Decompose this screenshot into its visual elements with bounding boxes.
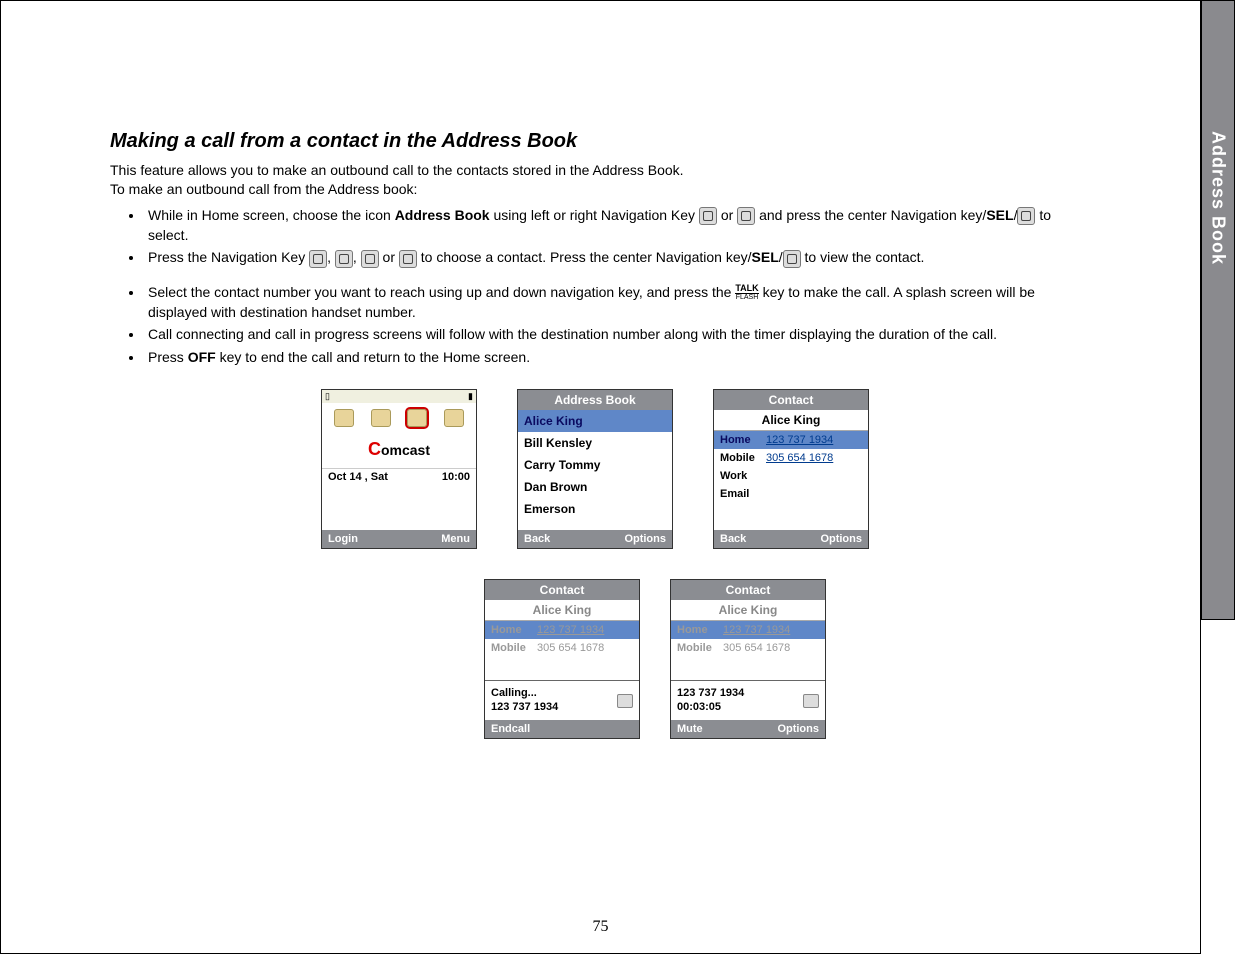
calling-number: 123 737 1934 — [491, 701, 558, 714]
bullet-5: Press OFF key to end the call and return… — [144, 347, 1080, 367]
date-text: Oct 14 , Sat — [328, 471, 388, 483]
nav-left-icon — [361, 250, 379, 268]
contact-row: Carry Tommy — [518, 454, 672, 476]
contact-name: Alice King — [714, 410, 868, 431]
contact-row: Bill Kensley — [518, 432, 672, 454]
instruction-list: While in Home screen, choose the icon Ad… — [144, 205, 1080, 367]
bullet-3: Select the contact number you want to re… — [144, 282, 1080, 323]
incall-number: 123 737 1934 — [677, 687, 744, 700]
contact-field-home: Home 123 737 1934 — [714, 431, 868, 449]
screen-address-book: Address Book Alice King Bill Kensley Car… — [517, 389, 673, 549]
handset-icon — [617, 694, 633, 708]
calling-status: Calling... — [491, 687, 558, 700]
nav-left-icon — [699, 207, 717, 225]
softkey-right: Menu — [441, 533, 470, 545]
bullet-2: Press the Navigation Key , , or to choos… — [144, 247, 1080, 267]
softkey-bar: Mute Options — [671, 720, 825, 738]
page-number: 75 — [0, 918, 1201, 936]
nav-center-icon — [1017, 207, 1035, 225]
time-text: 10:00 — [442, 471, 470, 483]
contact-row: Emerson — [518, 498, 672, 520]
talk-flash-key-icon: TALKFLASH — [735, 284, 758, 302]
contact-row: Dan Brown — [518, 476, 672, 498]
nav-right-icon — [399, 250, 417, 268]
softkey-bar: Back Options — [714, 530, 868, 548]
handset-icon — [803, 694, 819, 708]
status-bar: ▯▮ — [322, 390, 476, 403]
home-icons — [322, 403, 476, 431]
home-app-icon — [371, 409, 391, 427]
incall-overlay: 123 737 1934 00:03:05 — [671, 680, 825, 719]
softkey-bar: Back Options — [518, 530, 672, 548]
contact-field-work: Work — [714, 467, 868, 485]
side-tab: Address Book — [1201, 0, 1235, 620]
contact-field-mobile: Mobile 305 654 1678 — [671, 639, 825, 657]
nav-down-icon — [335, 250, 353, 268]
intro-line-1: This feature allows you to make an outbo… — [110, 161, 1080, 180]
contact-field-mobile: Mobile 305 654 1678 — [714, 449, 868, 467]
contact-field-email: Email — [714, 485, 868, 503]
softkey-right: Options — [820, 533, 862, 545]
incall-timer: 00:03:05 — [677, 701, 744, 714]
contact-field-mobile: Mobile 305 654 1678 — [485, 639, 639, 657]
home-app-icon — [334, 409, 354, 427]
softkey-right: Options — [624, 533, 666, 545]
contact-field-home: Home 123 737 1934 — [485, 621, 639, 639]
softkey-left: Mute — [677, 723, 703, 735]
softkey-left: Back — [720, 533, 746, 545]
screen-title: Contact — [485, 580, 639, 600]
screen-calling: Contact Alice King Home 123 737 1934 Mob… — [484, 579, 640, 739]
content-area: Making a call from a contact in the Addr… — [110, 130, 1080, 739]
screens-row-1: ▯▮ Comcast Oct 14 , Sat 10:00 Login Menu… — [110, 389, 1080, 549]
contact-name: Alice King — [671, 600, 825, 621]
page-title: Making a call from a contact in the Addr… — [110, 130, 1080, 153]
home-app-icon — [444, 409, 464, 427]
nav-right-icon — [737, 207, 755, 225]
screen-title: Address Book — [518, 390, 672, 410]
screen-contact-detail: Contact Alice King Home 123 737 1934 Mob… — [713, 389, 869, 549]
contact-row: Alice King — [518, 410, 672, 432]
contact-field-home: Home 123 737 1934 — [671, 621, 825, 639]
brand-logo: Comcast — [322, 431, 476, 468]
bullet-4: Call connecting and call in progress scr… — [144, 324, 1080, 344]
softkey-left: Back — [524, 533, 550, 545]
bullet-1: While in Home screen, choose the icon Ad… — [144, 205, 1080, 246]
softkey-bar: Login Menu — [322, 530, 476, 548]
screen-title: Contact — [671, 580, 825, 600]
nav-center-icon — [783, 250, 801, 268]
calling-overlay: Calling... 123 737 1934 — [485, 680, 639, 719]
intro-line-2: To make an outbound call from the Addres… — [110, 180, 1080, 199]
screen-home: ▯▮ Comcast Oct 14 , Sat 10:00 Login Menu — [321, 389, 477, 549]
softkey-right: Options — [777, 723, 819, 735]
contact-name: Alice King — [485, 600, 639, 621]
screens-row-2: Contact Alice King Home 123 737 1934 Mob… — [110, 579, 1080, 739]
nav-up-icon — [309, 250, 327, 268]
date-time-row: Oct 14 , Sat 10:00 — [322, 468, 476, 485]
screen-in-call: Contact Alice King Home 123 737 1934 Mob… — [670, 579, 826, 739]
softkey-bar: Endcall — [485, 720, 639, 738]
address-book-app-icon — [407, 409, 427, 427]
softkey-left: Login — [328, 533, 358, 545]
softkey-left: Endcall — [491, 723, 530, 735]
screen-title: Contact — [714, 390, 868, 410]
side-tab-label: Address Book — [1208, 131, 1229, 265]
